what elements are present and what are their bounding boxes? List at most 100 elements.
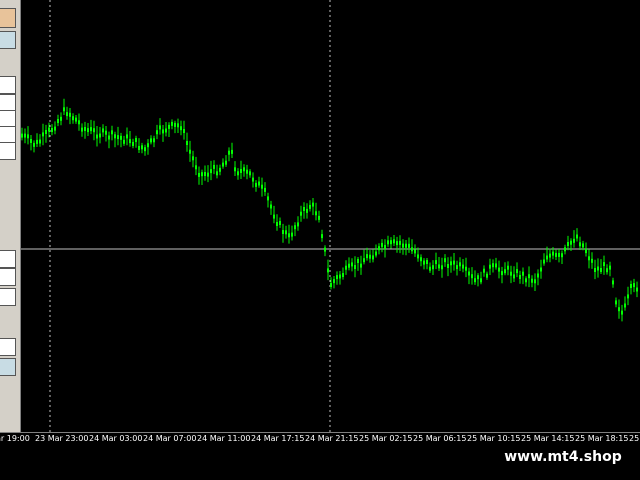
- candle-body: [204, 172, 206, 176]
- candle-body: [24, 133, 26, 138]
- candle-body: [489, 264, 491, 269]
- left-toolbar-panel: [0, 0, 21, 432]
- candle-body: [399, 240, 401, 245]
- candle-body: [243, 167, 245, 172]
- candle-body: [318, 215, 320, 220]
- candle-body: [450, 261, 452, 266]
- candle-body: [111, 130, 113, 135]
- candle-body: [594, 268, 596, 272]
- candle-body: [72, 116, 74, 121]
- candle-body: [387, 240, 389, 245]
- candle-body: [114, 134, 116, 139]
- candle-body: [408, 243, 410, 248]
- panel-button-3[interactable]: [0, 358, 16, 376]
- candle-body: [480, 278, 482, 283]
- candle-body: [321, 234, 323, 239]
- candle-body: [378, 246, 380, 251]
- candle-body: [531, 278, 533, 283]
- candle-body: [39, 139, 41, 144]
- candle-body: [27, 134, 29, 139]
- candle-body: [525, 278, 527, 283]
- candle-body: [495, 263, 497, 268]
- candle-body: [375, 251, 377, 256]
- candle-body: [354, 265, 356, 269]
- panel-button-1[interactable]: [0, 8, 16, 28]
- candle-body: [276, 222, 278, 226]
- candle-body: [84, 127, 86, 131]
- candle-body: [213, 164, 215, 169]
- candle-body: [186, 141, 188, 145]
- candle-body: [135, 138, 137, 142]
- candle-body: [201, 172, 203, 177]
- panel-field-6[interactable]: [0, 250, 16, 268]
- candle-body: [33, 142, 35, 147]
- candle-body: [312, 202, 314, 207]
- panel-field-8[interactable]: [0, 288, 16, 306]
- candle-body: [231, 149, 233, 154]
- panel-field-5[interactable]: [0, 142, 16, 160]
- candle-body: [633, 283, 635, 288]
- candle-body: [426, 260, 428, 264]
- candle-body: [102, 128, 104, 133]
- candle-body: [63, 107, 65, 112]
- price-chart[interactable]: [21, 0, 640, 432]
- candle-body: [516, 269, 518, 274]
- candle-body: [396, 241, 398, 246]
- candle-body: [99, 133, 101, 138]
- candle-body: [195, 165, 197, 170]
- panel-button-2[interactable]: [0, 31, 16, 49]
- time-axis-label: 24 Mar 11:00: [197, 434, 251, 443]
- candle-body: [324, 247, 326, 252]
- panel-field-1[interactable]: [0, 76, 16, 94]
- candle-body: [225, 160, 227, 165]
- candle-body: [402, 243, 404, 248]
- candle-body: [327, 268, 329, 273]
- candle-body: [456, 265, 458, 270]
- candle-body: [297, 222, 299, 227]
- candle-body: [342, 273, 344, 277]
- time-axis-label: 25 Mar 18:15: [575, 434, 629, 443]
- candle-body: [573, 238, 575, 243]
- candle-body: [423, 260, 425, 265]
- candle-body: [447, 264, 449, 268]
- candle-body: [498, 267, 500, 272]
- candle-body: [576, 234, 578, 239]
- candle-body: [51, 128, 53, 132]
- candle-body: [555, 252, 557, 257]
- candle-body: [228, 150, 230, 155]
- panel-field-7[interactable]: [0, 268, 16, 286]
- candle-body: [87, 128, 89, 133]
- candle-body: [165, 128, 167, 133]
- candle-body: [69, 112, 71, 117]
- candle-body: [105, 130, 107, 135]
- candle-body: [210, 169, 212, 174]
- candle-body: [432, 265, 434, 270]
- candle-body: [615, 300, 617, 305]
- candle-body: [120, 135, 122, 140]
- candle-body: [249, 171, 251, 176]
- candle-body: [462, 264, 464, 269]
- candle-body: [282, 230, 284, 234]
- candle-body: [543, 259, 545, 264]
- candle-body: [435, 260, 437, 265]
- time-axis-label: 24 Mar 17:15: [251, 434, 305, 443]
- candle-body: [537, 273, 539, 278]
- candle-body: [393, 239, 395, 244]
- time-axis-label: 24 Mar 07:00: [143, 434, 197, 443]
- candle-body: [609, 265, 611, 270]
- candle-body: [258, 181, 260, 186]
- candle-body: [366, 254, 368, 259]
- candle-body: [147, 143, 149, 148]
- panel-field-9[interactable]: [0, 338, 16, 356]
- candle-body: [192, 156, 194, 161]
- candle-body: [150, 138, 152, 143]
- candle-body: [183, 129, 185, 133]
- candle-body: [171, 121, 173, 126]
- candle-body: [471, 274, 473, 279]
- candle-body: [81, 127, 83, 132]
- time-axis-label: 25 Mar 14:15: [521, 434, 575, 443]
- candle-body: [492, 263, 494, 268]
- candle-body: [345, 265, 347, 270]
- candle-body: [372, 255, 374, 260]
- candle-body: [273, 214, 275, 219]
